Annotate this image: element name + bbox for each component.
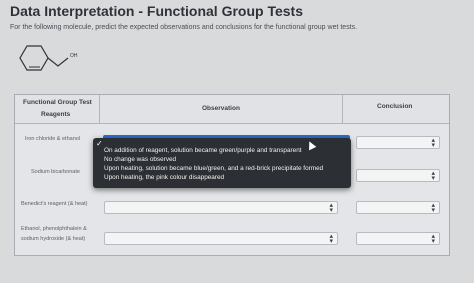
dropdown-option[interactable]: No change was observed <box>104 156 176 163</box>
column-divider <box>99 95 100 123</box>
row-reagent-phenolphthalein-line2: sodium hydroxide (& heat) <box>21 236 86 242</box>
dropdown-option[interactable]: Upon heating, the pink colour disappeare… <box>104 174 224 181</box>
row-reagent-sodium-bicarbonate: Sodium bicarbonate <box>31 169 80 175</box>
molecule-structure: OH <box>14 40 84 76</box>
row-reagent-iron-chloride: Iron chloride & ethanol <box>25 136 81 142</box>
header-conclusion: Conclusion <box>377 103 413 110</box>
conclusion-select-row4[interactable]: ▴ ▾ <box>356 232 440 245</box>
dropdown-option[interactable]: On addition of reagent, solution became … <box>104 147 302 154</box>
header-observation: Observation <box>202 105 240 112</box>
conclusion-select-row3[interactable]: ▴ ▾ <box>356 201 440 214</box>
select-arrows-icon: ▴ ▾ <box>431 233 435 245</box>
conclusion-select-row1[interactable]: ▴ ▾ <box>356 136 440 149</box>
conclusion-select-row2[interactable]: ▴ ▾ <box>356 169 440 182</box>
column-divider <box>342 95 343 123</box>
row-reagent-benedicts: Benedict's reagent (& heat) <box>21 201 88 207</box>
header-reagents: Reagents <box>41 111 71 118</box>
checkmark-icon: ✓ <box>96 139 103 148</box>
page-title: Data Interpretation - Functional Group T… <box>10 3 303 19</box>
observation-select-row4[interactable]: ▴ ▾ <box>104 232 338 245</box>
instructions-text: For the following molecule, predict the … <box>10 24 358 31</box>
hydroxyl-label: OH <box>70 53 78 59</box>
dropdown-option[interactable]: Upon heating, solution became blue/green… <box>104 165 323 172</box>
select-arrows-icon: ▴ ▾ <box>431 137 435 149</box>
select-arrows-icon: ▴ ▾ <box>431 202 435 214</box>
row-reagent-phenolphthalein-line1: Ethanol, phenolphthalein & <box>21 226 87 232</box>
select-arrows-icon: ▴ ▾ <box>431 170 435 182</box>
header-functional-group-test: Functional Group Test <box>23 99 92 106</box>
select-arrows-icon: ▴ ▾ <box>329 202 333 214</box>
observation-select-row3[interactable]: ▴ ▾ <box>104 201 338 214</box>
select-arrows-icon: ▴ ▾ <box>329 233 333 245</box>
